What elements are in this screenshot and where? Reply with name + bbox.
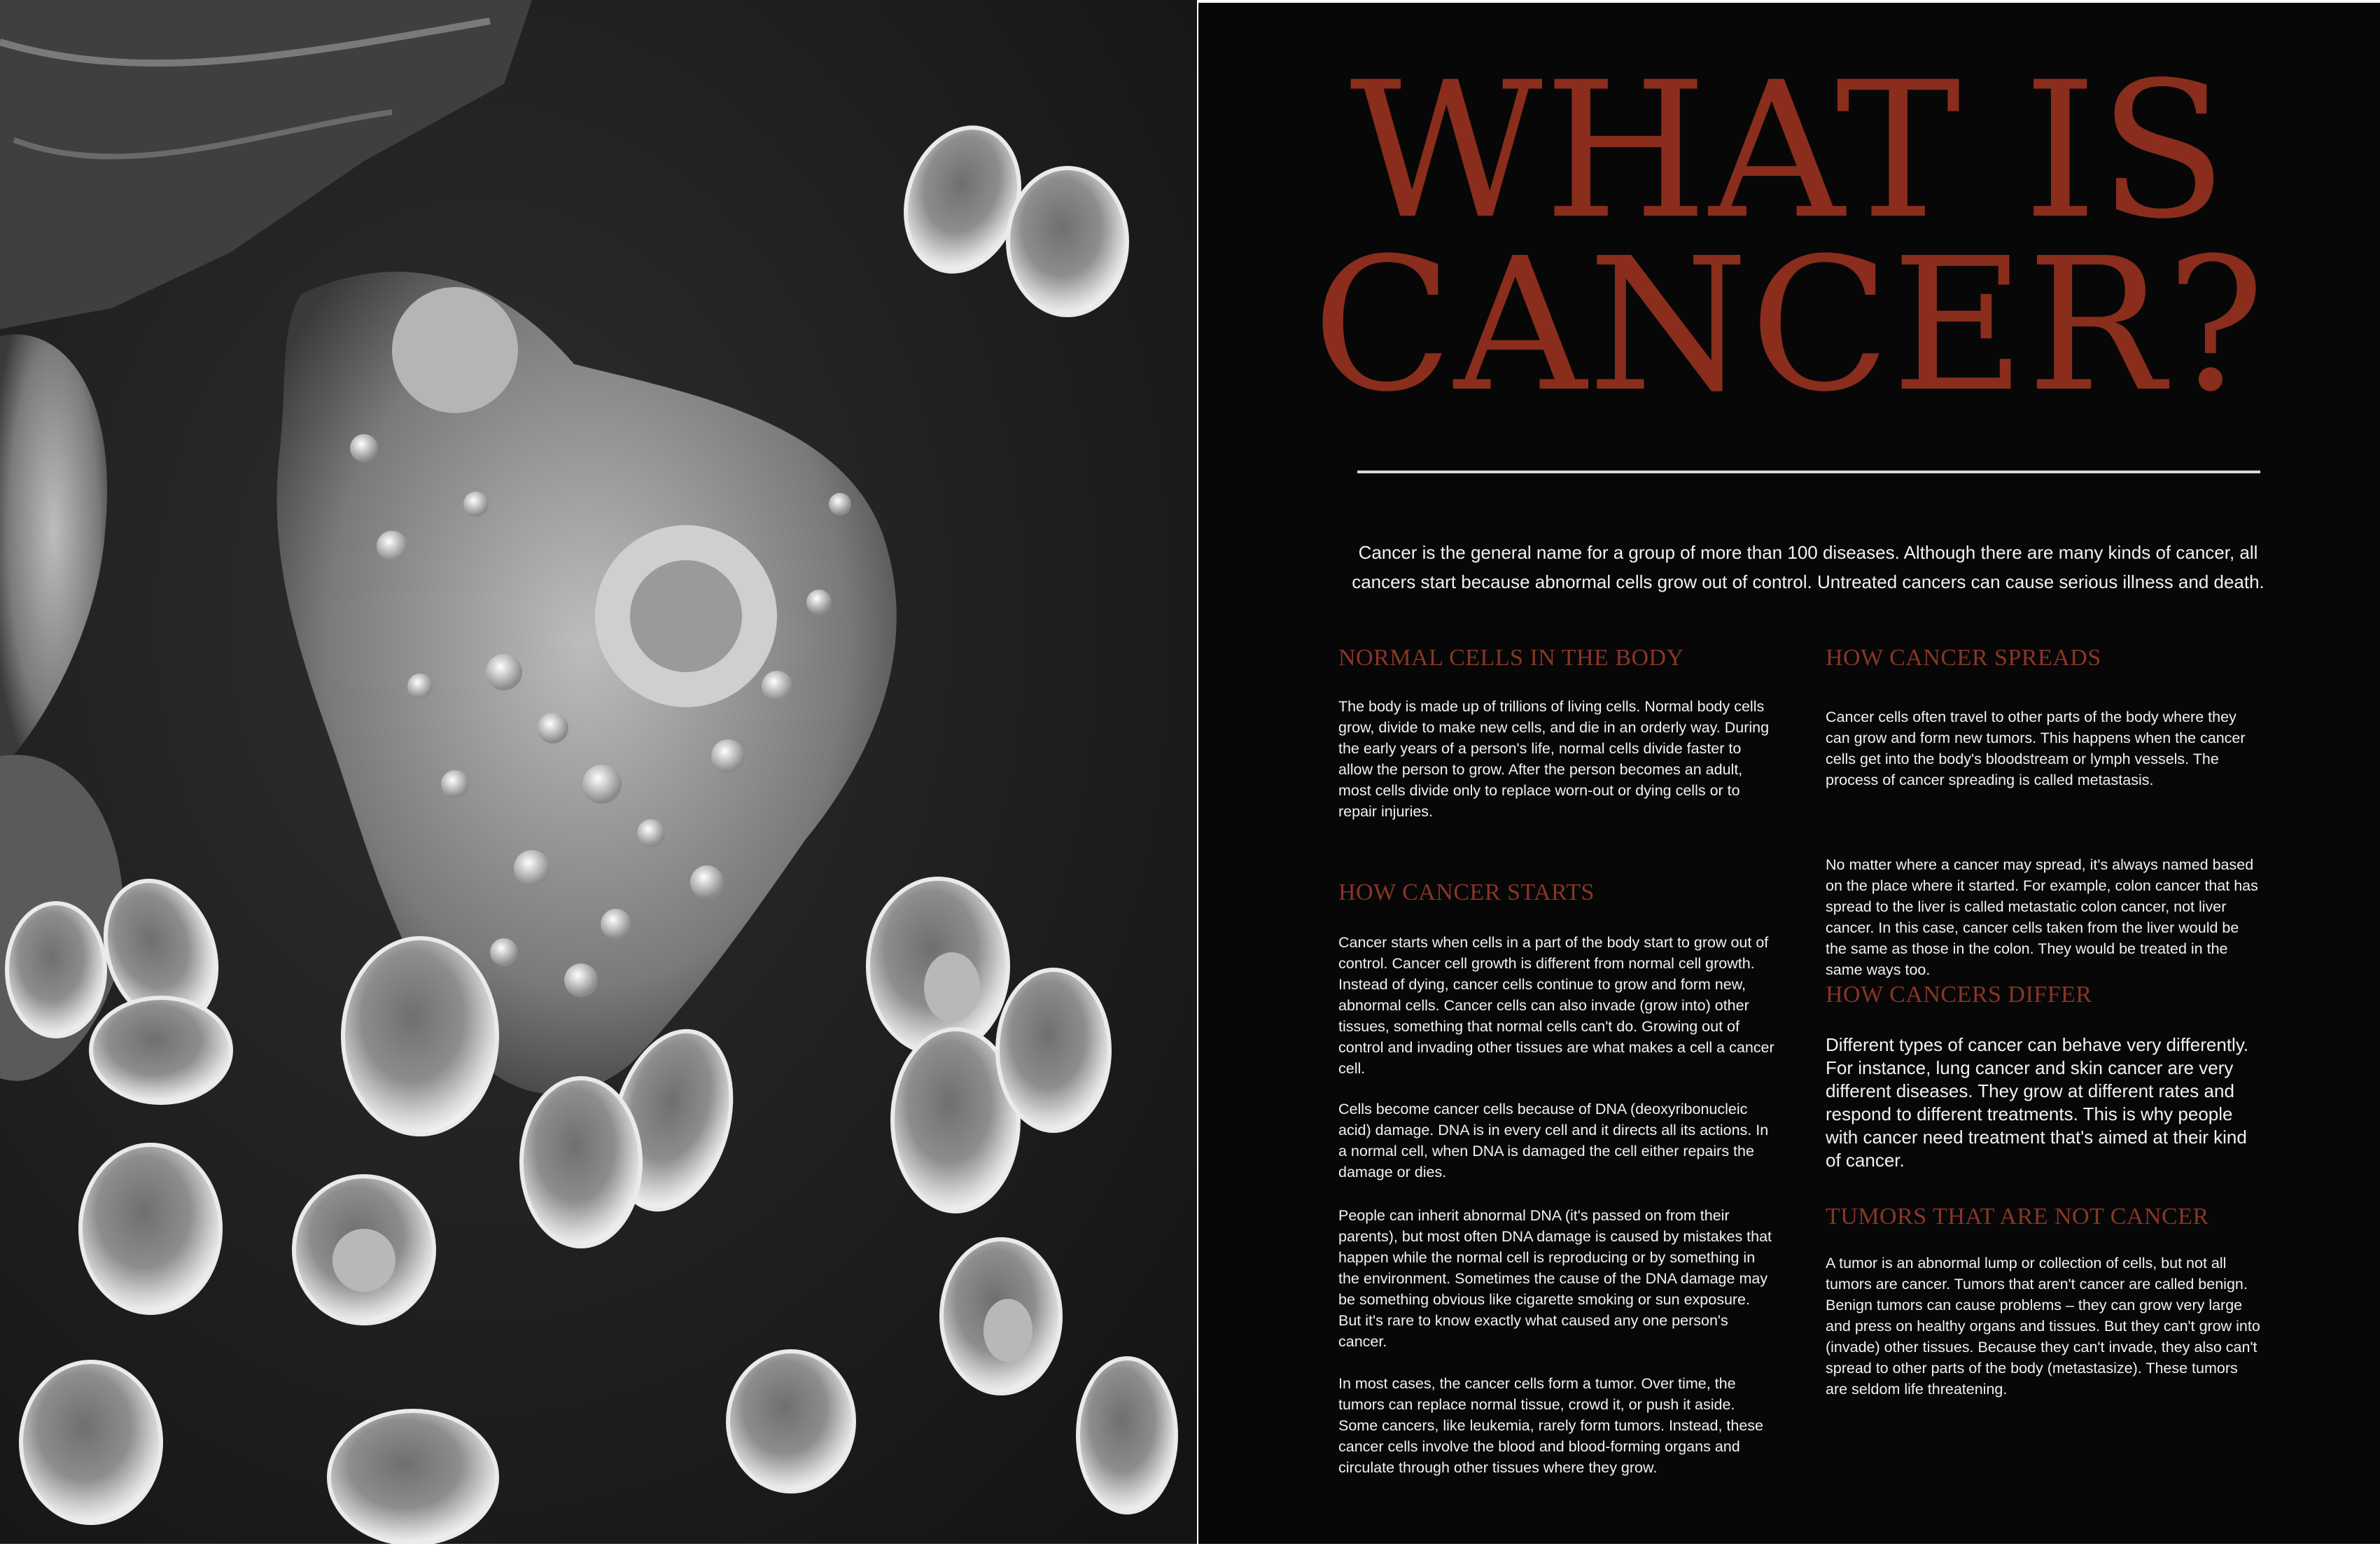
heading-how-cancer-spreads: HOW CANCER SPREADS — [1826, 645, 2101, 671]
magazine-spread: WHAT IS CANCER? Cancer is the general na… — [0, 0, 2380, 1546]
heading-how-cancers-differ: HOW CANCERS DIFFER — [1826, 982, 2092, 1008]
intro-paragraph: Cancer is the general name for a group o… — [1352, 542, 2264, 592]
cancer-starts-paragraph-1: Cancer starts when cells in a part of th… — [1338, 934, 1774, 1077]
cancers-differ-paragraph: Different types of cancer can behave ver… — [1826, 1034, 2249, 1171]
cancer-starts-paragraph-2: Cells become cancer cells because of DNA… — [1338, 1101, 1769, 1181]
cancer-starts-paragraph-3: People can inherit abnormal DNA (it's pa… — [1338, 1207, 1772, 1350]
title-line-1: WHAT IS — [1350, 42, 2229, 260]
cancer-spreads-paragraph-2: No matter where a cancer may spread, it'… — [1826, 856, 2258, 978]
divider-rule — [1357, 471, 2260, 473]
heading-how-cancer-starts: HOW CANCER STARTS — [1338, 879, 1595, 905]
normal-cells-paragraph: The body is made up of trillions of livi… — [1338, 698, 1770, 820]
article-panel: WHAT IS CANCER? Cancer is the general na… — [1198, 3, 2380, 1544]
micrograph-photo — [0, 0, 1197, 1544]
cancer-spreads-paragraph-1: Cancer cells often travel to other parts… — [1826, 709, 2246, 788]
heading-tumors-not-cancer: TUMORS THAT ARE NOT CANCER — [1826, 1204, 2209, 1230]
cancer-starts-paragraph-4: In most cases, the cancer cells form a t… — [1338, 1375, 1764, 1476]
tumors-not-cancer-paragraph: A tumor is an abnormal lump or collectio… — [1826, 1255, 2260, 1398]
title-line-2: CANCER? — [1312, 218, 2267, 432]
heading-normal-cells: NORMAL CELLS IN THE BODY — [1338, 645, 1684, 671]
